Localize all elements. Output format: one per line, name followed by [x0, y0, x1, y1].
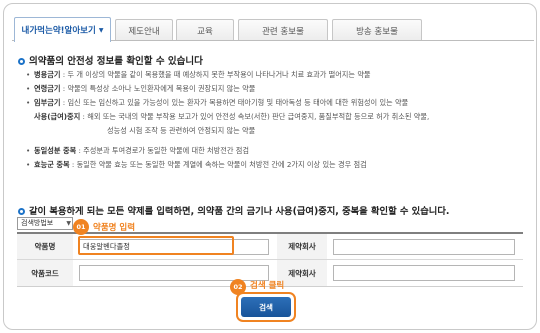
item-text: : 동일한 약물 효능 또는 동일한 약물 계열에 속하는 약물이 처방전 간에… [69, 160, 367, 169]
tab-label: 내가먹는약!알아보기 [21, 26, 96, 36]
search-button[interactable]: 검색 [241, 297, 291, 317]
step-badge-1: 01 [73, 219, 89, 235]
section-title-safety: 의약품의 안전성 정보를 확인할 수 있습니다 [18, 53, 203, 67]
section-title-check: 같이 복용하게 되는 모든 약제를 입력하면, 의약품 간의 금기나 사용(급여… [18, 203, 449, 217]
chevron-down-icon: ▼ [98, 26, 104, 34]
company-label: 제약회사 [277, 234, 327, 259]
item-term: 병용금기 [34, 70, 61, 79]
item-term: 연령금기 [34, 84, 61, 93]
tab-label: 교육 [197, 26, 213, 37]
select-value: 검색방법보 [21, 219, 54, 227]
step-2-label: 검색 클릭 [250, 281, 285, 291]
company-label: 제약회사 [277, 260, 327, 286]
chevron-down-icon: ▼ [66, 220, 71, 227]
safety-info-list: • 병용금기 : 두 개 이상의 약물을 같이 복용했을 때 예상하지 못한 부작… [26, 68, 526, 172]
list-item: • 효능군 중복 : 동일한 약물 효능 또는 동일한 약물 계열에 속하는 약물… [26, 160, 367, 169]
list-item: • 병용금기 : 두 개 이상의 약물을 같이 복용했을 때 예상하지 못한 부작… [26, 70, 371, 79]
tab-label: 방송 홍보물 [356, 26, 398, 37]
tab-system-guide[interactable]: 제도안내 [115, 19, 173, 41]
tab-broadcast-promo[interactable]: 방송 홍보물 [332, 19, 422, 41]
tab-label: 관련 홍보물 [262, 26, 304, 37]
item-term: 임부금기 [34, 98, 61, 107]
list-item: • 동일성분 중복 : 주성분과 투여경로가 동일한 약물에 대한 처방전간 점검 [26, 146, 249, 155]
item-text: : 해외 또는 국내의 약물 부작용 보고가 있어 안전성 속보(서한) 판단 … [80, 112, 430, 121]
item-term: 효능군 중복 [34, 160, 70, 169]
item-text: : 두 개 이상의 약물을 같이 복용했을 때 예상하지 못한 부작용이 나타나… [60, 70, 371, 79]
list-item: • 임부금기 : 임신 또는 임신하고 있을 가능성이 있는 환자가 복용하면 태… [26, 98, 409, 107]
tab-bar: 내가먹는약!알아보기 ▼ 제도안내 교육 관련 홍보물 방송 홍보물 [12, 17, 534, 42]
item-term: 사용(급여)중지 [34, 112, 81, 121]
list-item-continued: 성능성 시험 조작 등 관련하여 안정되지 않는 약물 [26, 124, 526, 138]
drug-code-label: 약품코드 [17, 260, 73, 286]
tab-my-medicine[interactable]: 내가먹는약!알아보기 ▼ [14, 17, 111, 42]
list-item: 사용(급여)중지 : 해외 또는 국내의 약물 부작용 보고가 있어 안전성 속… [26, 110, 526, 124]
circle-bullet-icon [18, 208, 25, 215]
drug-name-label: 약품명 [17, 234, 73, 259]
company-input[interactable] [333, 239, 515, 255]
section-title-text: 같이 복용하게 되는 모든 약제를 입력하면, 의약품 간의 금기나 사용(급여… [29, 206, 450, 217]
item-text: : 임신 또는 임신하고 있을 가능성이 있는 환자가 복용하면 태아기형 및 … [60, 98, 409, 107]
list-item: • 연령금기 : 약물의 특성상 소아나 노인환자에게 복용이 권장되지 않는 약… [26, 84, 256, 93]
tab-label: 제도안내 [128, 26, 160, 37]
search-method-select[interactable]: 검색방법보 ▼ [17, 217, 73, 230]
item-text: : 약물의 특성상 소아나 노인환자에게 복용이 권장되지 않는 약물 [60, 84, 256, 93]
circle-bullet-icon [18, 58, 25, 65]
input-highlight-box [78, 236, 234, 255]
item-term: 동일성분 중복 [34, 146, 77, 155]
company-input-2[interactable] [333, 265, 515, 281]
step-1-label: 약품명 입력 [93, 223, 136, 233]
tab-promo-materials[interactable]: 관련 홍보물 [238, 19, 328, 41]
tab-education[interactable]: 교육 [176, 19, 234, 41]
item-text: 성능성 시험 조작 등 관련하여 안정되지 않는 약물 [107, 126, 256, 135]
section-title-text: 의약품의 안전성 정보를 확인할 수 있습니다 [29, 56, 203, 67]
item-text: : 주성분과 투여경로가 동일한 약물에 대한 처방전간 점검 [76, 146, 249, 155]
